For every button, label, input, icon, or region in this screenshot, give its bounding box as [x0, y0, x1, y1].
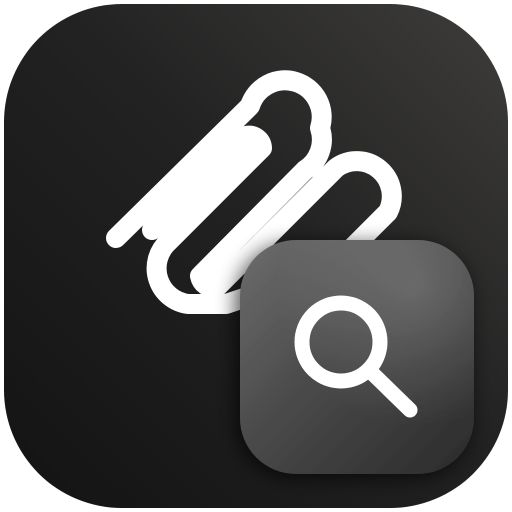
app-icon[interactable] [0, 0, 512, 512]
app-icon-graphic [4, 4, 508, 508]
search-badge [240, 240, 474, 474]
